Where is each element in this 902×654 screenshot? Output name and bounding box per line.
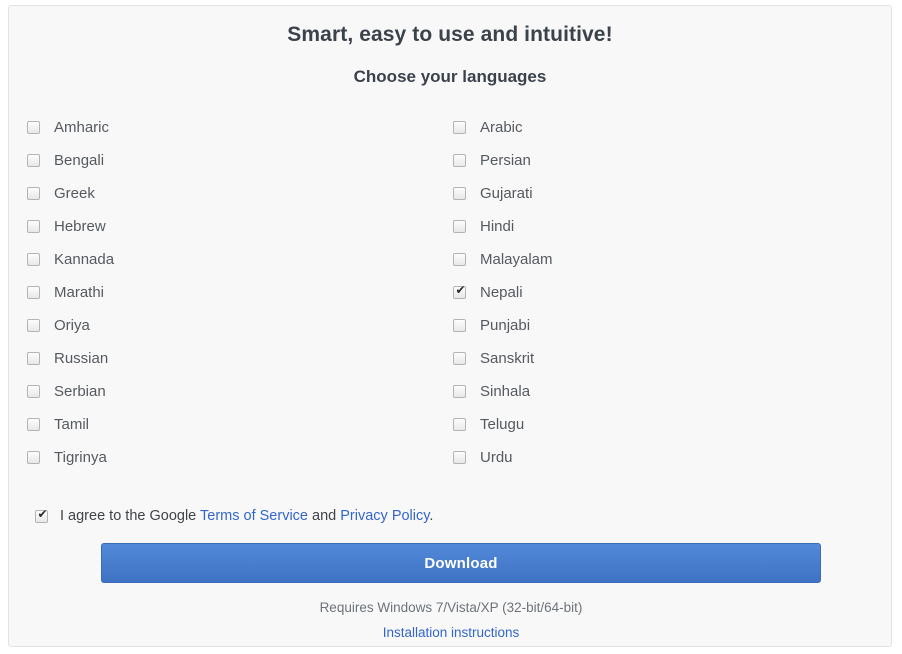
terms-suffix: . (429, 508, 434, 524)
checkbox-kannada[interactable] (27, 253, 40, 266)
terms-middle: and (308, 508, 341, 524)
language-label: Gujarati (480, 185, 533, 202)
terms-prefix: I agree to the Google (60, 508, 201, 524)
checkbox-sanskrit[interactable] (453, 352, 466, 365)
checkbox-serbian[interactable] (27, 385, 40, 398)
checkbox-gujarati[interactable] (453, 187, 466, 200)
language-label: Sinhala (480, 383, 531, 400)
checkbox-russian[interactable] (27, 352, 40, 365)
terms-text: I agree to the Google Terms of Service a… (60, 508, 433, 524)
checkbox-oriya[interactable] (27, 319, 40, 332)
checkbox-nepali[interactable] (453, 283, 467, 299)
checkbox-telugu[interactable] (453, 418, 466, 431)
installation-instructions-link[interactable]: Installation instructions (383, 625, 520, 640)
terms-of-service-link[interactable]: Terms of Service (200, 508, 308, 524)
installation-instructions-wrap: Installation instructions (9, 625, 893, 640)
language-grid: Amharic Bengali Greek Hebrew Kannada Marathi O… (9, 111, 893, 474)
privacy-policy-link[interactable]: Privacy Policy (340, 508, 429, 524)
checkbox-tamil[interactable] (27, 418, 40, 431)
checkbox-punjabi[interactable] (453, 319, 466, 332)
checkbox-bengali[interactable] (27, 154, 40, 167)
terms-agreement-row[interactable]: I agree to the Google Terms of Service a… (35, 507, 433, 524)
checkbox-urdu[interactable] (453, 451, 466, 464)
download-panel: Smart, easy to use and intuitive! Choose… (8, 5, 892, 647)
checkbox-hebrew[interactable] (27, 220, 40, 233)
download-button[interactable]: Download (101, 543, 821, 583)
language-label: Punjabi (480, 317, 531, 334)
checkbox-greek[interactable] (27, 187, 40, 200)
language-label: Nepali (480, 284, 523, 301)
checkbox-arabic[interactable] (453, 121, 466, 134)
checkbox-marathi[interactable] (27, 286, 40, 299)
checkbox-malayalam[interactable] (453, 253, 466, 266)
language-column-right: Arabic Persian Gujarati Hindi Malayalam Nepal… (9, 111, 553, 474)
language-label: Hindi (480, 218, 515, 235)
language-label: Persian (480, 152, 531, 169)
checkbox-amharic[interactable] (27, 121, 40, 134)
section-subtitle: Choose your languages (353, 67, 547, 86)
checkbox-sinhala[interactable] (453, 385, 466, 398)
system-requirements-text: Requires Windows 7/Vista/XP (32-bit/64-b… (319, 600, 583, 615)
page-title: Smart, easy to use and intuitive! (287, 23, 613, 46)
language-label: Malayalam (480, 251, 553, 268)
language-label: Arabic (480, 119, 523, 136)
language-label: Sanskrit (480, 350, 535, 367)
checkbox-persian[interactable] (453, 154, 466, 167)
language-label: Telugu (480, 416, 525, 433)
language-label: Urdu (480, 449, 513, 466)
terms-checkbox[interactable] (35, 507, 49, 523)
checkbox-hindi[interactable] (453, 220, 466, 233)
checkbox-tigrinya[interactable] (27, 451, 40, 464)
